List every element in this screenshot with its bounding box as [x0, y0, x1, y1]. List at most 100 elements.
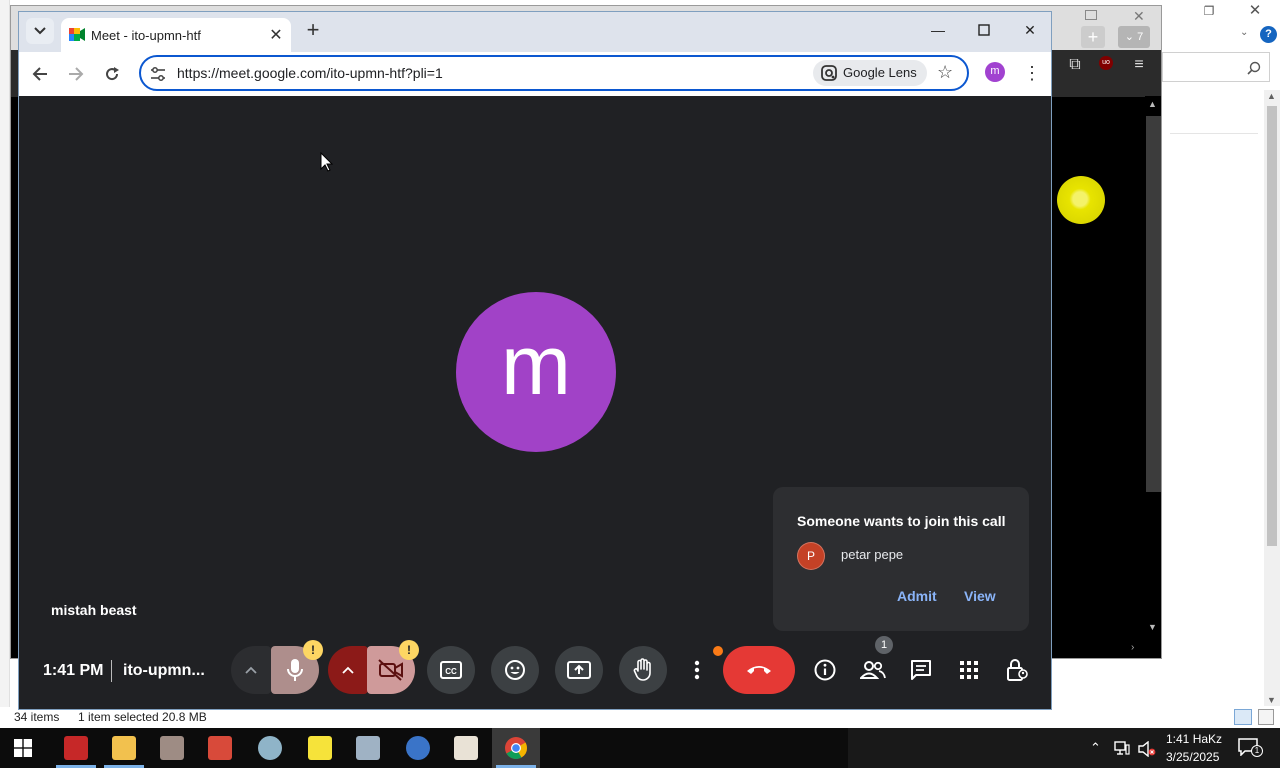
back-button[interactable] [27, 61, 53, 87]
more-vertical-icon [694, 660, 700, 680]
more-options-button[interactable] [681, 646, 713, 694]
bg-browser-maximize-icon[interactable] [1085, 10, 1097, 20]
close-tab-icon[interactable]: ✕ [267, 25, 285, 45]
taskbar-app-1[interactable] [52, 728, 100, 768]
volume-muted-icon[interactable] [1138, 741, 1156, 757]
scroll-down-icon[interactable]: ▼ [1148, 622, 1157, 632]
explorer-ribbon-expand-icon[interactable]: ⌄ [1240, 27, 1248, 38]
mic-warning-icon[interactable]: ! [303, 640, 323, 660]
bg-browser-new-tab-button[interactable]: + [1081, 26, 1105, 48]
url-text[interactable]: https://meet.google.com/ito-upmn-htf?pli… [177, 65, 443, 81]
bg-browser-scrollbar[interactable]: ▲ ▼ [1145, 96, 1161, 644]
taskbar-clock-date[interactable]: 3/25/2025 [1166, 750, 1219, 764]
google-lens-label: Google Lens [843, 65, 917, 80]
meeting-details-button[interactable] [801, 646, 849, 694]
taskbar-app-7[interactable] [344, 728, 392, 768]
host-controls-button[interactable] [993, 646, 1041, 694]
taskbar-app-4[interactable] [196, 728, 244, 768]
tab-search-button[interactable] [26, 18, 54, 44]
explorer-status-bar: 34 items 1 item selected 20.8 MB [0, 707, 1280, 728]
reload-icon [106, 67, 119, 81]
explorer-left-pane [0, 0, 10, 728]
google-lens-icon [821, 65, 837, 81]
audio-options-button[interactable] [231, 646, 271, 694]
yellow-ball [1057, 176, 1105, 224]
taskbar-chrome[interactable] [492, 728, 540, 768]
explorer-restore-button[interactable]: ❐ [1198, 2, 1220, 20]
chat-button[interactable] [897, 646, 945, 694]
explorer-search-input[interactable] [1162, 52, 1270, 82]
activities-button[interactable] [945, 646, 993, 694]
microphone-icon [287, 659, 303, 681]
explorer-scrollbar[interactable]: ▲ ▼ [1264, 90, 1280, 706]
arrow-right-icon [69, 67, 84, 81]
windows-start-icon[interactable] [14, 739, 32, 757]
present-screen-button[interactable] [555, 646, 603, 694]
google-lens-button[interactable]: Google Lens [813, 60, 927, 86]
new-tab-button[interactable]: + [301, 18, 325, 42]
explorer-close-button[interactable]: ✕ [1244, 1, 1266, 21]
forward-button[interactable] [63, 61, 89, 87]
participants-count-badge: 1 [875, 636, 893, 654]
taskbar-java-app[interactable] [442, 728, 490, 768]
tab-strip: Meet - ito-upmn-htf ✕ + — ✕ [19, 12, 1051, 52]
explorer-help-icon[interactable]: ? [1260, 26, 1277, 43]
tab-title: Meet - ito-upmn-htf [91, 28, 201, 43]
explorer-scroll-thumb[interactable] [1267, 106, 1277, 546]
scroll-right-icon[interactable]: › [1131, 642, 1134, 653]
camera-off-icon [378, 659, 403, 681]
meeting-code[interactable]: ito-upmn... [123, 662, 205, 680]
people-button[interactable] [849, 646, 897, 694]
captions-button[interactable]: CC [427, 646, 475, 694]
details-view-icon[interactable] [1234, 709, 1252, 725]
network-icon[interactable] [1114, 741, 1130, 755]
admit-button[interactable]: Admit [897, 588, 937, 604]
notification-center-button[interactable]: 1 [1238, 738, 1263, 757]
bookmark-star-icon[interactable]: ☆ [937, 62, 953, 83]
camera-warning-icon[interactable]: ! [399, 640, 419, 660]
taskbar-app-8[interactable] [394, 728, 442, 768]
extensions-icon[interactable]: ⧉ [1065, 56, 1085, 76]
spongebob-icon [308, 736, 332, 760]
scroll-up-icon[interactable]: ▲ [1148, 99, 1157, 109]
site-info-icon[interactable] [149, 65, 167, 83]
chevron-down-icon [34, 27, 46, 35]
notification-count-badge: 1 [1251, 745, 1263, 757]
scroll-down-icon[interactable]: ▼ [1267, 695, 1276, 705]
emoji-reactions-button[interactable] [491, 646, 539, 694]
close-window-button[interactable]: ✕ [1015, 18, 1045, 42]
search-icon [1247, 61, 1261, 75]
taskbar-clock-time[interactable]: 1:41 HaKz [1166, 732, 1222, 746]
hamburger-menu-icon[interactable]: ≡ [1129, 56, 1149, 76]
taskbar-spongebob-app[interactable] [296, 728, 344, 768]
control-divider [111, 660, 112, 682]
tray-overflow-icon[interactable]: ⌃ [1090, 740, 1101, 756]
taskbar-file-explorer[interactable] [100, 728, 148, 768]
profile-avatar[interactable]: m [985, 62, 1005, 82]
maximize-button[interactable] [969, 18, 999, 42]
leave-call-button[interactable] [723, 646, 795, 694]
reload-button[interactable] [99, 61, 125, 87]
app-icon [258, 736, 282, 760]
folder-icon [112, 736, 136, 760]
video-options-button[interactable] [328, 646, 368, 694]
address-bar[interactable]: https://meet.google.com/ito-upmn-htf?pli… [139, 55, 969, 91]
scroll-up-icon[interactable]: ▲ [1267, 91, 1276, 101]
tab-meet[interactable]: Meet - ito-upmn-htf ✕ [61, 18, 291, 52]
bg-browser-close-icon[interactable]: ✕ [1133, 8, 1145, 25]
minimize-button[interactable]: — [923, 18, 953, 42]
taskbar-app-5[interactable] [246, 728, 294, 768]
google-meet-icon [69, 28, 85, 41]
large-icons-view-icon[interactable] [1258, 709, 1274, 725]
chrome-menu-icon[interactable]: ⋮ [1023, 61, 1041, 85]
taskbar-app-3[interactable] [148, 728, 196, 768]
mouse-cursor-icon [320, 152, 334, 172]
app-icon [64, 736, 88, 760]
bg-browser-scroll-thumb[interactable] [1146, 116, 1161, 492]
bg-browser-tab-count[interactable]: ⌄ 7 [1118, 26, 1150, 48]
raise-hand-button[interactable] [619, 646, 667, 694]
ublock-icon[interactable]: uo [1099, 56, 1113, 70]
requester-name: petar pepe [841, 547, 904, 562]
meet-call-area: m mistah beast Someone wants to join thi… [19, 96, 1051, 709]
view-button[interactable]: View [964, 588, 996, 604]
